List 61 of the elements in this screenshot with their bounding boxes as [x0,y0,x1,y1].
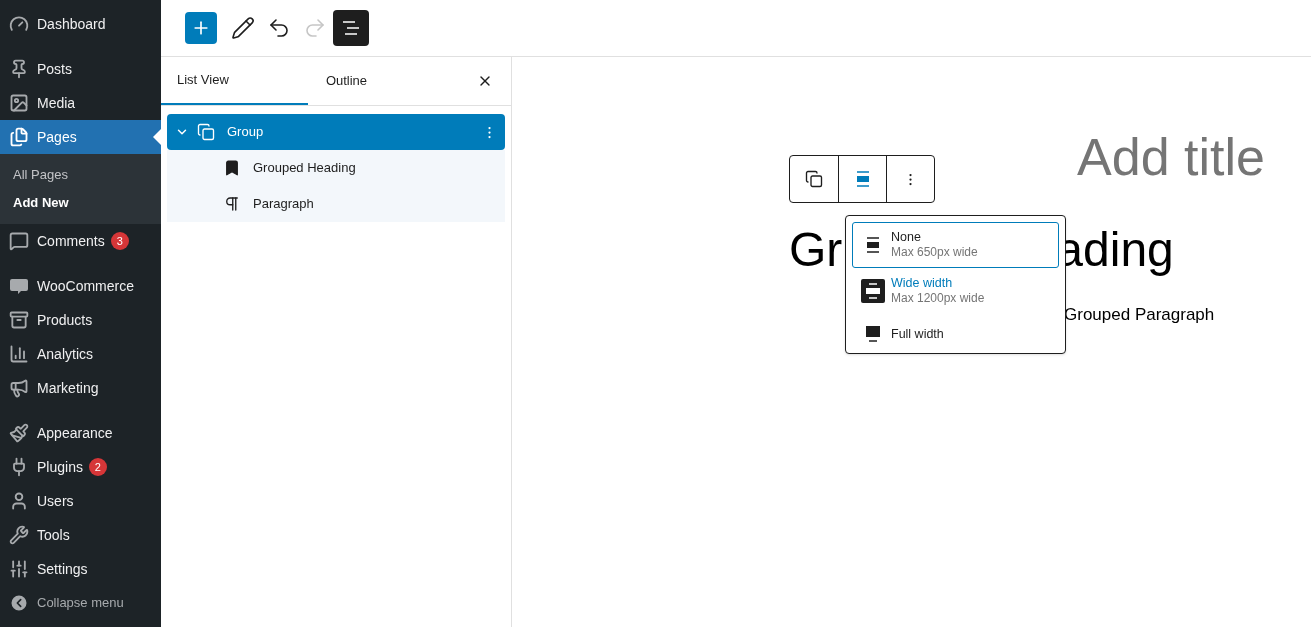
paintbrush-icon [9,423,29,443]
option-label: None [891,230,922,245]
overlapping-squares-icon [805,170,823,188]
sidebar-item[interactable]: Marketing [0,371,161,405]
redo-icon [303,16,327,40]
collapse-menu-button[interactable]: Collapse menu [0,586,161,620]
pages-icon [9,127,29,147]
pilcrow-icon [223,195,241,213]
bookmark-icon [223,159,241,177]
dashboard-icon [9,14,29,34]
add-block-button[interactable] [185,12,217,44]
media-icon [9,93,29,113]
pencil-icon [231,16,255,40]
sidebar-item[interactable]: Media [0,86,161,120]
alignment-option[interactable]: Full width [852,314,1059,354]
bar-chart-icon [9,344,29,364]
archive-box-icon [9,310,29,330]
tree-item[interactable]: Grouped Heading [167,150,505,186]
sidebar-item[interactable]: Settings [0,552,161,586]
sidebar-item[interactable]: Appearance [0,416,161,450]
submenu-item[interactable]: Add New [0,189,161,217]
panel-tab[interactable]: List View [161,57,308,105]
comment-icon [9,231,29,251]
sidebar-item[interactable]: Pages [0,120,161,154]
submenu-item[interactable]: All Pages [0,161,161,189]
alignment-icon [861,279,885,303]
option-label: Wide width [891,276,954,291]
alignment-option[interactable]: None Max 650px wide [852,222,1059,268]
more-options-icon[interactable] [488,125,491,139]
collapse-icon [9,593,29,613]
title-placeholder[interactable]: Add title [1077,127,1265,187]
option-note: Max 1200px wide [891,291,985,306]
more-options-icon [909,172,912,186]
user-icon [9,491,29,511]
count-badge: 3 [110,232,129,250]
count-badge: 2 [88,458,107,476]
sidebar-item[interactable]: Tools [0,518,161,552]
sidebar-item[interactable]: Comments 3 [0,224,161,258]
option-note: Max 650px wide [891,245,978,260]
sidebar-item[interactable]: Posts [0,52,161,86]
list-view-button[interactable] [333,10,369,46]
sliders-icon [9,559,29,579]
undo-icon [267,16,291,40]
sidebar-item[interactable]: Plugins 2 [0,450,161,484]
panel-tab[interactable]: Outline [308,57,385,105]
sidebar-item[interactable]: Products [0,303,161,337]
heading-text[interactable]: Gr [789,222,843,278]
sidebar-item[interactable]: Users [0,484,161,518]
sidebar-item[interactable]: Dashboard [0,7,161,41]
pin-icon [9,59,29,79]
sidebar-item[interactable]: WooCommerce [0,269,161,303]
overlapping-squares-icon [197,123,215,141]
alignment-option[interactable]: Wide width Max 1200px wide [852,268,1059,314]
option-label: Full width [891,326,944,342]
paragraph-text[interactable]: Grouped Paragraph [1064,305,1215,324]
wrench-icon [9,525,29,545]
tree-item[interactable]: Group [167,114,505,150]
tree-item[interactable]: Paragraph [167,186,505,222]
speech-bubble-icon [9,276,29,296]
megaphone-icon [9,378,29,398]
sidebar-item[interactable]: Analytics [0,337,161,371]
